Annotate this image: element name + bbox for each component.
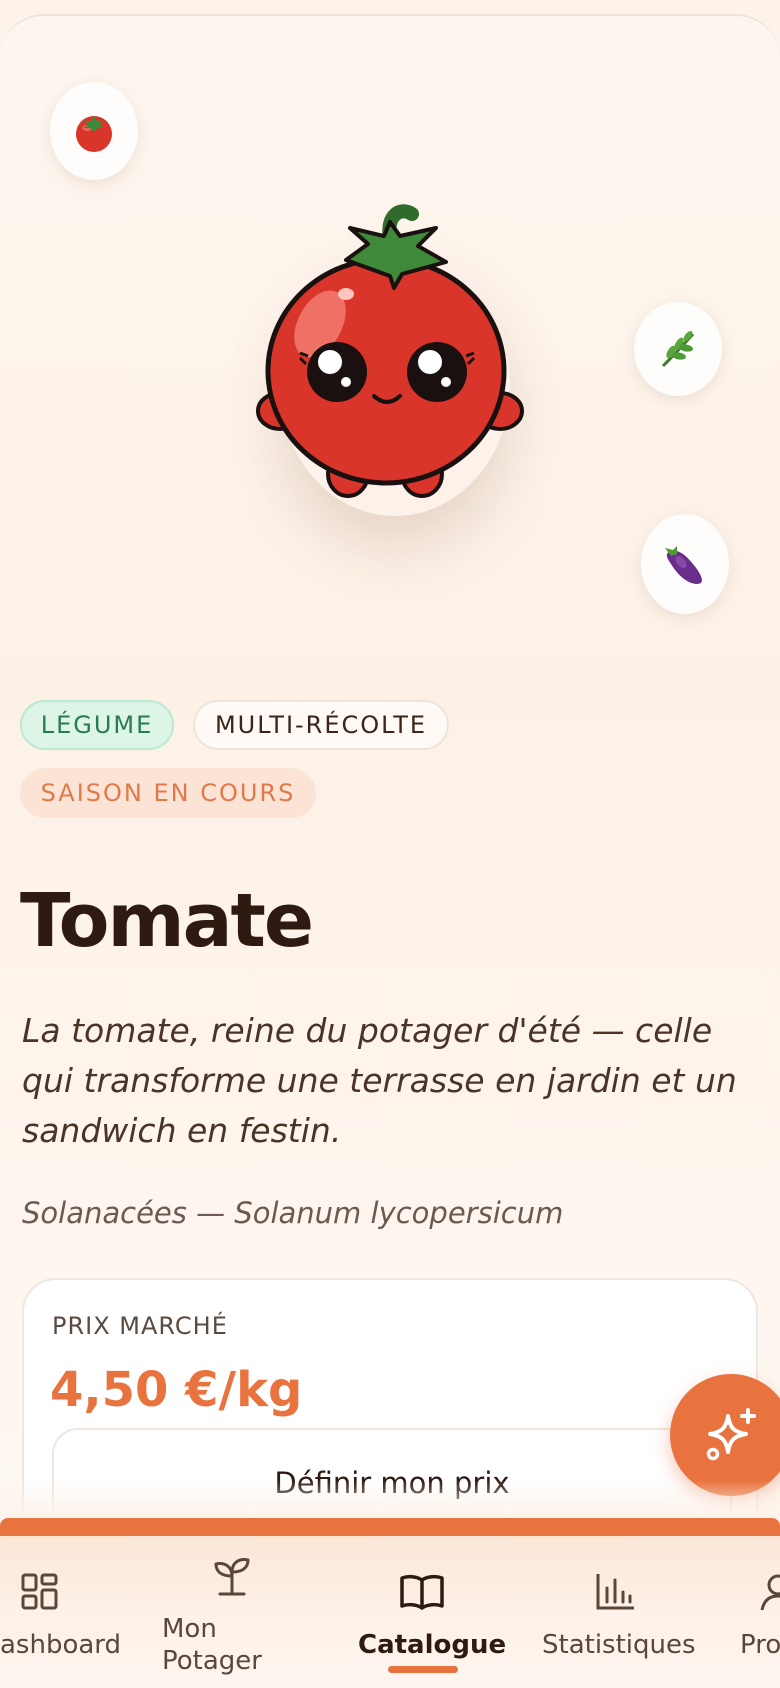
tab-statistiques-label: Statistiques — [542, 1630, 696, 1660]
price-label: PRIX MARCHÉ — [52, 1312, 228, 1340]
floating-herb-bubble[interactable] — [634, 302, 722, 396]
tomato-mascot-illustration — [250, 196, 530, 526]
herb-icon — [661, 331, 695, 368]
tab-profil-label: Pro — [740, 1630, 780, 1660]
eggplant-icon — [665, 546, 702, 584]
tag-harvest: MULTI-RÉCOLTE — [193, 700, 449, 750]
plant-title: Tomate — [20, 878, 314, 964]
floating-eggplant-bubble[interactable] — [641, 514, 729, 614]
plant-taxonomy: Solanacées — Solanum lycopersicum — [22, 1196, 564, 1230]
tomato-character-icon — [256, 204, 524, 498]
active-tab-indicator — [388, 1666, 458, 1673]
tag-season: SAISON EN COURS — [20, 768, 316, 818]
grid-icon — [21, 1573, 58, 1610]
floating-tomato-bubble[interactable] — [50, 82, 138, 180]
book-icon — [400, 1574, 444, 1610]
sparkle-icon — [706, 1408, 756, 1461]
sprout-icon — [214, 1558, 250, 1596]
user-icon — [760, 1574, 780, 1611]
tab-dashboard-label: ashboard — [0, 1630, 122, 1660]
tab-profil[interactable]: Pro — [730, 1536, 780, 1688]
ai-assistant-button[interactable] — [670, 1374, 780, 1496]
plant-description: La tomate, reine du potager d'été — cell… — [22, 1011, 737, 1150]
tab-catalogue-label: Catalogue — [358, 1630, 507, 1660]
bar-chart-icon — [596, 1574, 634, 1610]
tab-statistiques[interactable]: Statistiques — [534, 1536, 696, 1688]
tag-type: LÉGUME — [20, 700, 174, 750]
price-value: 4,50 €/kg — [50, 1362, 303, 1418]
tab-mon-potager[interactable]: Mon Potager — [150, 1536, 280, 1688]
tab-dashboard[interactable]: ashboard — [0, 1536, 121, 1688]
tab-potager-label-1: Mon — [162, 1614, 217, 1644]
tomato-icon — [76, 116, 112, 152]
tab-potager-label-2: Potager — [162, 1646, 262, 1676]
plant-detail-card: LÉGUME MULTI-RÉCOLTE SAISON EN COURS Tom… — [0, 14, 780, 1514]
market-price-card: PRIX MARCHÉ 4,50 €/kg Définir mon prix — [22, 1278, 758, 1514]
tabbar-accent-line — [0, 1518, 780, 1536]
